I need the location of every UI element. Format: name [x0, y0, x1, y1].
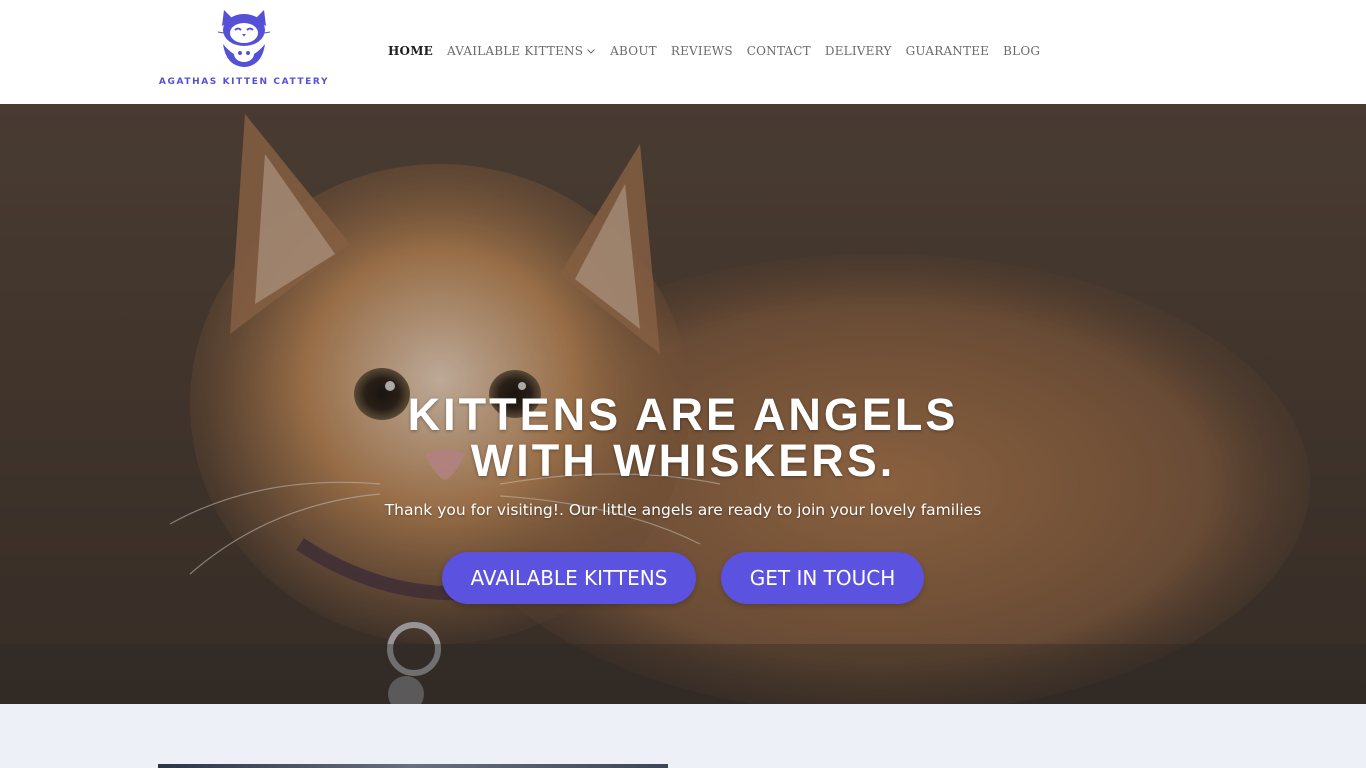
nav-item-label: DELIVERY — [824, 44, 892, 58]
site-logo[interactable]: AGATHAS KITTEN CATTERY — [158, 6, 330, 92]
logo-text: AGATHAS KITTEN CATTERY — [158, 77, 330, 87]
nav-item-about[interactable]: ABOUT — [610, 44, 657, 58]
get-in-touch-button[interactable]: GET IN TOUCH — [721, 552, 924, 604]
nav-item-label: GUARANTEE — [905, 44, 990, 58]
available-kittens-button[interactable]: AVAILABLE KITTENS — [442, 552, 696, 604]
nav-item-guarantee[interactable]: GUARANTEE — [906, 44, 990, 58]
hero-title-line-2: WITH WHISKERS. — [470, 435, 896, 486]
site-header: AGATHAS KITTEN CATTERY HOME AVAILABLE KI… — [0, 0, 1366, 104]
nav-item-label: REVIEWS — [670, 44, 733, 58]
nav-item-blog[interactable]: BLOG — [1003, 44, 1040, 58]
main-nav: HOME AVAILABLE KITTENS ABOUT REVIEWS CON… — [388, 42, 1054, 60]
nav-item-label: ABOUT — [610, 44, 657, 58]
nav-item-delivery[interactable]: DELIVERY — [825, 44, 892, 58]
hero-banner: KITTENS ARE ANGELS WITH WHISKERS. Thank … — [0, 104, 1366, 704]
next-section — [0, 704, 1366, 768]
cat-face-logo-icon — [217, 10, 271, 67]
hero-title-line-1: KITTENS ARE ANGELS — [407, 389, 959, 440]
nav-item-label: CONTACT — [746, 44, 811, 58]
hero-subtitle: Thank you for visiting!. Our little ange… — [384, 501, 982, 519]
nav-item-reviews[interactable]: REVIEWS — [671, 44, 733, 58]
chevron-down-icon — [587, 49, 596, 54]
nav-item-label: BLOG — [1003, 44, 1041, 58]
nav-item-home[interactable]: HOME — [388, 44, 433, 58]
nav-item-label: AVAILABLE KITTENS — [447, 44, 584, 58]
nav-item-label: HOME — [388, 44, 434, 58]
nav-item-available-kittens[interactable]: AVAILABLE KITTENS — [447, 44, 596, 58]
section-image — [158, 764, 668, 768]
nav-item-contact[interactable]: CONTACT — [747, 44, 811, 58]
hero-title: KITTENS ARE ANGELS WITH WHISKERS. — [283, 392, 1083, 484]
